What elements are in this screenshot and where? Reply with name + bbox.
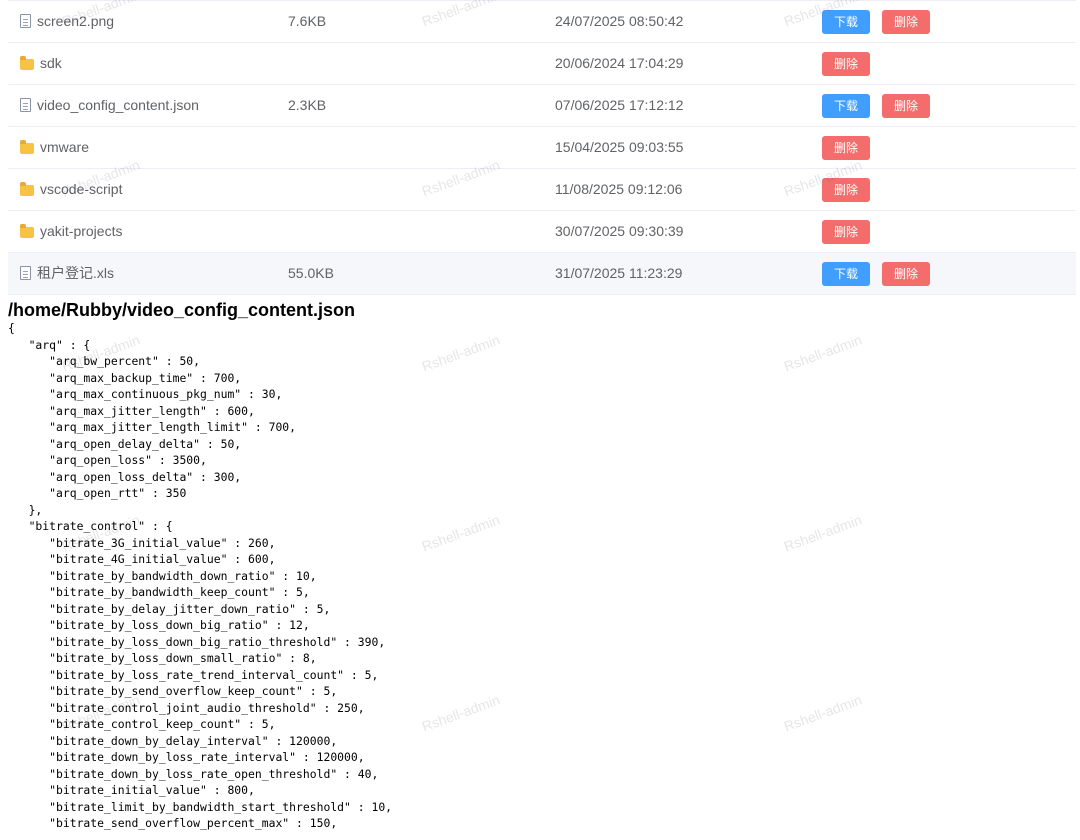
watermark-text: Rshell-admin bbox=[419, 331, 502, 375]
folder-icon bbox=[20, 181, 34, 196]
row-actions: 下载 删除 bbox=[822, 85, 931, 126]
file-modified-date: 31/07/2025 11:23:29 bbox=[555, 265, 683, 281]
folder-icon bbox=[20, 223, 34, 238]
watermark-text: Rshell-admin bbox=[419, 511, 502, 555]
file-table: screen2.png 7.6KB 24/07/2025 08:50:42 下载 删除 s… bbox=[8, 0, 1076, 295]
file-name[interactable]: video_config_content.json bbox=[37, 97, 199, 113]
file-icon bbox=[20, 14, 31, 29]
file-name-cell[interactable]: vscode-script bbox=[20, 169, 122, 210]
file-size: 55.0KB bbox=[288, 265, 334, 281]
file-modified-date: 20/06/2024 17:04:29 bbox=[555, 55, 684, 71]
download-button[interactable]: 下载 bbox=[822, 261, 871, 286]
file-icon bbox=[20, 266, 31, 281]
file-modified-date: 07/06/2025 17:12:12 bbox=[555, 97, 684, 113]
file-name-cell[interactable]: vmware bbox=[20, 127, 89, 168]
watermark-text: Rshell-admin bbox=[781, 691, 864, 735]
file-modified-date: 24/07/2025 08:50:42 bbox=[555, 13, 684, 29]
file-name-cell[interactable]: video_config_content.json bbox=[20, 85, 199, 126]
delete-button[interactable]: 删除 bbox=[822, 177, 871, 202]
table-row[interactable]: vmware 15/04/2025 09:03:55 删除 bbox=[8, 127, 1076, 169]
file-content-viewer[interactable]: { "arq" : { "arq_bw_percent" : 50, "arq_… bbox=[8, 320, 392, 832]
folder-icon bbox=[20, 55, 34, 70]
file-path-title: /home/Rubby/video_config_content.json bbox=[8, 300, 356, 320]
delete-button[interactable]: 删除 bbox=[882, 93, 931, 118]
watermark-text: Rshell-admin bbox=[419, 691, 502, 735]
file-name-cell[interactable]: screen2.png bbox=[20, 1, 114, 42]
delete-button[interactable]: 删除 bbox=[822, 219, 871, 244]
file-modified-date: 30/07/2025 09:30:39 bbox=[555, 223, 684, 239]
row-actions: 删除 bbox=[822, 43, 871, 84]
table-row[interactable]: screen2.png 7.6KB 24/07/2025 08:50:42 下载 删除 bbox=[8, 1, 1076, 43]
delete-button[interactable]: 删除 bbox=[822, 51, 871, 76]
file-modified-date: 11/08/2025 09:12:06 bbox=[555, 181, 683, 197]
file-name[interactable]: screen2.png bbox=[37, 13, 114, 29]
file-name-cell[interactable]: yakit-projects bbox=[20, 211, 122, 252]
file-name-cell[interactable]: 租户登记.xls bbox=[20, 253, 114, 294]
table-row[interactable]: vscode-script 11/08/2025 09:12:06 删除 bbox=[8, 169, 1076, 211]
delete-button[interactable]: 删除 bbox=[882, 9, 931, 34]
file-modified-date: 15/04/2025 09:03:55 bbox=[555, 139, 684, 155]
file-name[interactable]: vmware bbox=[40, 139, 89, 155]
file-size: 7.6KB bbox=[288, 13, 327, 29]
row-actions: 下载 删除 bbox=[822, 253, 931, 294]
row-actions: 下载 删除 bbox=[822, 1, 931, 42]
delete-button[interactable]: 删除 bbox=[822, 135, 871, 160]
table-row[interactable]: sdk 20/06/2024 17:04:29 删除 bbox=[8, 43, 1076, 85]
delete-button[interactable]: 删除 bbox=[882, 261, 931, 286]
row-actions: 删除 bbox=[822, 211, 871, 252]
table-row[interactable]: yakit-projects 30/07/2025 09:30:39 删除 bbox=[8, 211, 1076, 253]
table-row[interactable]: 租户登记.xls 55.0KB 31/07/2025 11:23:29 下载 删除 bbox=[8, 253, 1076, 295]
download-button[interactable]: 下载 bbox=[822, 9, 871, 34]
watermark-text: Rshell-admin bbox=[781, 511, 864, 555]
file-name[interactable]: yakit-projects bbox=[40, 223, 122, 239]
row-actions: 删除 bbox=[822, 127, 871, 168]
file-name-cell[interactable]: sdk bbox=[20, 43, 62, 84]
file-size: 2.3KB bbox=[288, 97, 327, 113]
watermark-text: Rshell-admin bbox=[781, 331, 864, 375]
table-row[interactable]: video_config_content.json 2.3KB 07/06/2025… bbox=[8, 85, 1076, 127]
row-actions: 删除 bbox=[822, 169, 871, 210]
file-icon bbox=[20, 98, 31, 113]
file-name[interactable]: vscode-script bbox=[40, 181, 122, 197]
folder-icon bbox=[20, 139, 34, 154]
file-name[interactable]: 租户登记.xls bbox=[37, 265, 114, 281]
download-button[interactable]: 下载 bbox=[822, 93, 871, 118]
file-name[interactable]: sdk bbox=[40, 55, 62, 71]
